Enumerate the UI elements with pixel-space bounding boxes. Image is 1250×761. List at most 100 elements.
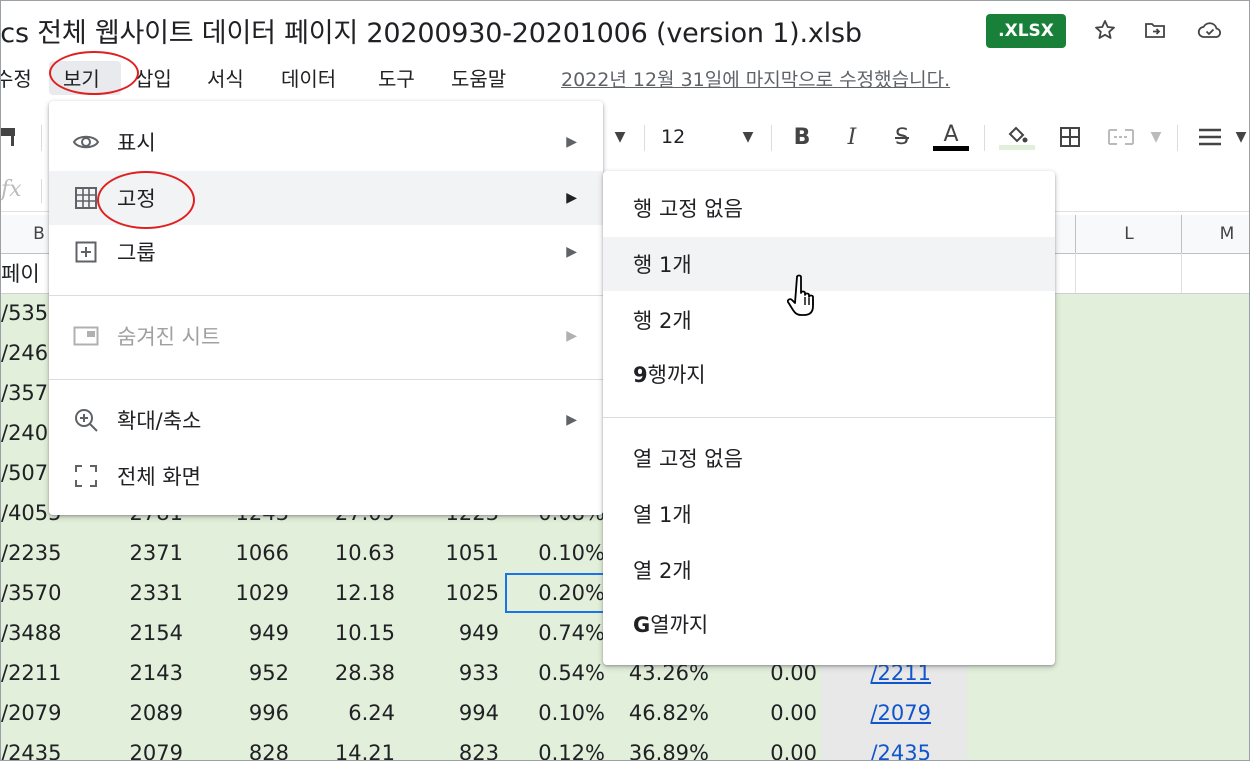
table-cell[interactable]: /2235	[1, 533, 73, 573]
move-to-folder-icon[interactable]	[1141, 16, 1169, 44]
table-cell[interactable]: 828	[201, 733, 289, 760]
submenu-freeze-up-to-col[interactable]: G열까지	[603, 597, 1055, 651]
table-cell[interactable]: 0.12%	[511, 733, 605, 760]
table-cell[interactable]: 10.15	[301, 613, 395, 653]
paint-format-icon[interactable]	[1, 119, 23, 155]
table-cell[interactable]: 2079	[101, 733, 183, 760]
star-icon[interactable]	[1091, 16, 1119, 44]
table-cell[interactable]: 823	[411, 733, 499, 760]
merge-arrow-icon[interactable]: ▼	[1145, 119, 1167, 155]
borders-icon[interactable]	[1055, 119, 1085, 155]
table-cell[interactable]: 2371	[101, 533, 183, 573]
table-cell[interactable]: /2435	[837, 733, 931, 760]
table-cell[interactable]: 12.18	[301, 573, 395, 613]
bold-button[interactable]: B	[787, 119, 817, 155]
submenu-item-label: 9행까지	[633, 359, 706, 389]
table-cell[interactable]: 996	[201, 693, 289, 733]
align-arrow-icon[interactable]: ▼	[1231, 119, 1249, 155]
table-cell[interactable]: 28.38	[301, 653, 395, 693]
table-cell[interactable]: 0.74%	[511, 613, 605, 653]
table-cell[interactable]: 1066	[201, 533, 289, 573]
submenu-freeze-1-row[interactable]: 행 1개	[603, 237, 1055, 291]
table-cell[interactable]: 949	[411, 613, 499, 653]
submenu-freeze-2-cols[interactable]: 열 2개	[603, 543, 1055, 597]
table-cell[interactable]: 2331	[101, 573, 183, 613]
table-cell[interactable]: 2089	[101, 693, 183, 733]
table-cell[interactable]: 1029	[201, 573, 289, 613]
merge-cells-icon[interactable]	[1103, 119, 1139, 155]
table-cell[interactable]: 6.24	[301, 693, 395, 733]
table-cell[interactable]: 1051	[411, 533, 499, 573]
menu-data[interactable]: 데이터	[281, 63, 336, 92]
font-size-select[interactable]: 12	[661, 119, 741, 155]
table-cell[interactable]: /2435	[1, 733, 73, 760]
document-title[interactable]: ics 전체 웹사이트 데이터 페이지 20200930-20201006 (v…	[1, 11, 862, 50]
submenu-no-frozen-rows[interactable]: 행 고정 없음	[603, 181, 1055, 235]
menu-edit[interactable]: 수정	[1, 63, 32, 92]
toolbar-separator	[644, 125, 645, 151]
fill-color-button[interactable]	[997, 119, 1037, 155]
submenu-freeze-up-to-row[interactable]: 9행까지	[603, 347, 1055, 401]
menu-format[interactable]: 서식	[207, 63, 244, 92]
table-cell[interactable]: /2211	[1, 653, 73, 693]
menu-item-zoom[interactable]: 확대/축소 ▶	[49, 393, 603, 447]
table-cell[interactable]: 2143	[101, 653, 183, 693]
text-color-button[interactable]: A	[931, 119, 971, 155]
menu-item-show[interactable]: 표시 ▶	[49, 115, 603, 169]
zoom-in-icon	[71, 405, 101, 435]
toolbar-separator	[1177, 125, 1178, 151]
table-cell[interactable]: 949	[201, 613, 289, 653]
table-cell[interactable]: 0.54%	[511, 653, 605, 693]
submenu-item-label: 열 1개	[633, 503, 692, 527]
submenu-no-frozen-cols[interactable]: 열 고정 없음	[603, 431, 1055, 485]
menu-tools[interactable]: 도구	[378, 63, 415, 92]
group-plus-icon	[71, 237, 101, 267]
hidden-sheet-icon	[71, 321, 101, 351]
submenu-item-label: 열 2개	[633, 559, 692, 583]
menu-item-fullscreen[interactable]: 전체 화면	[49, 449, 603, 503]
table-cell[interactable]: 2154	[101, 613, 183, 653]
table-cell[interactable]: 10.63	[301, 533, 395, 573]
table-cell[interactable]: /3570	[1, 573, 73, 613]
label-rest: 행까지	[647, 363, 706, 387]
submenu-freeze-2-rows[interactable]: 행 2개	[603, 293, 1055, 347]
table-cell[interactable]: 14.21	[301, 733, 395, 760]
column-header-l[interactable]: L	[1075, 215, 1182, 253]
last-edit-link[interactable]: 2022년 12월 31일에 마지막으로 수정했습니다.	[561, 65, 950, 92]
column-header-m[interactable]: M	[1181, 215, 1249, 253]
submenu-freeze-1-col[interactable]: 열 1개	[603, 487, 1055, 541]
table-cell[interactable]: 46.82%	[621, 693, 709, 733]
menu-item-group[interactable]: 그룹 ▶	[49, 225, 603, 279]
table-cell[interactable]: 0.10%	[511, 533, 605, 573]
table-cell[interactable]: 0.00	[721, 733, 817, 760]
freeze-submenu: 행 고정 없음 행 1개 행 2개 9행까지 열 고정 없음 열 1개 열 2개…	[603, 171, 1055, 665]
selected-cell[interactable]	[505, 573, 611, 613]
table-cell[interactable]: 0.00	[721, 693, 817, 733]
submenu-item-label: 행 2개	[633, 309, 692, 333]
table-cell[interactable]: 933	[411, 653, 499, 693]
table-cell[interactable]: /2079	[837, 693, 931, 733]
cloud-status-icon[interactable]	[1196, 16, 1224, 44]
font-size-arrow-icon[interactable]: ▼	[737, 119, 759, 155]
submenu-item-label: G열까지	[633, 609, 708, 639]
submenu-arrow-icon: ▶	[566, 328, 577, 344]
table-cell[interactable]: 1025	[411, 573, 499, 613]
strikethrough-button[interactable]: S	[887, 119, 917, 155]
menu-item-freeze[interactable]: 고정 ▶	[49, 171, 603, 225]
cell-header-fragment[interactable]: 페이	[1, 253, 40, 293]
table-cell[interactable]: /3488	[1, 613, 73, 653]
text-color-letter: A	[943, 121, 959, 147]
font-dropdown-arrow-icon[interactable]: ▼	[609, 119, 631, 155]
align-icon[interactable]	[1193, 119, 1227, 155]
table-cell[interactable]: /2079	[1, 693, 73, 733]
menu-help[interactable]: 도움말	[451, 63, 506, 92]
submenu-arrow-icon: ▶	[566, 412, 577, 428]
italic-button[interactable]: I	[837, 119, 867, 155]
table-cell[interactable]: 952	[201, 653, 289, 693]
menu-insert[interactable]: 삽입	[135, 63, 172, 92]
menu-view[interactable]: 보기	[63, 63, 100, 92]
menu-item-hidden-sheets[interactable]: 숨겨진 시트 ▶	[49, 309, 603, 363]
table-cell[interactable]: 36.89%	[621, 733, 709, 760]
table-cell[interactable]: 994	[411, 693, 499, 733]
table-cell[interactable]: 0.10%	[511, 693, 605, 733]
